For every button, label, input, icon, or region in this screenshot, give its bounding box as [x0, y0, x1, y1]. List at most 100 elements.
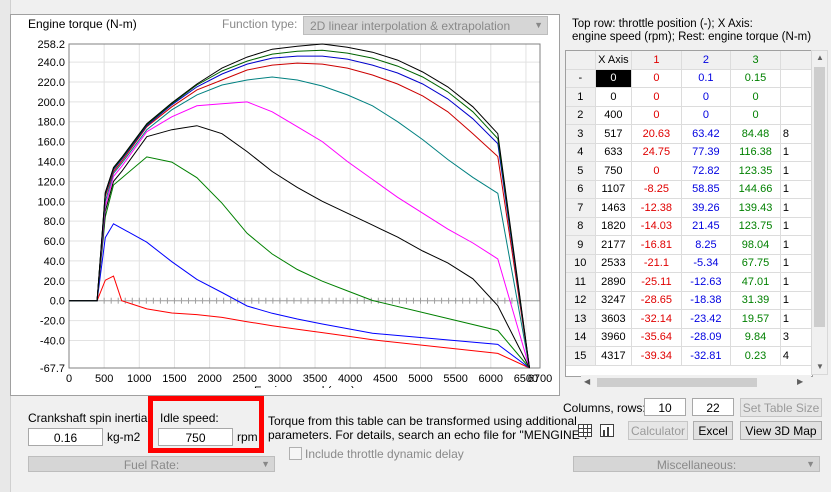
table-cell[interactable]: 0 [595, 87, 633, 107]
table-cell[interactable]: 98.04 [730, 235, 781, 255]
table-cell[interactable]: 77.39 [681, 143, 732, 162]
miscellaneous-dropdown[interactable]: Miscellaneous: ▼ [573, 456, 820, 472]
table-cell[interactable]: 24.75 [631, 143, 682, 162]
table-cell[interactable]: 4317 [595, 346, 633, 366]
row-header[interactable]: 10 [566, 254, 596, 273]
vertical-scroll-thumb[interactable] [814, 67, 825, 327]
column-header[interactable]: X Axis [595, 51, 633, 70]
grid-icon[interactable] [578, 424, 592, 437]
table-cell[interactable]: -14.03 [631, 217, 682, 236]
row-header[interactable]: 2 [566, 106, 596, 125]
table-cell[interactable]: 0.1 [681, 69, 732, 88]
table-cell[interactable]: 139.43 [730, 198, 781, 218]
table-cell[interactable]: 1 [780, 143, 812, 162]
table-cell[interactable]: 1 [780, 161, 812, 181]
rows-input[interactable]: 22 [692, 398, 734, 416]
column-header[interactable]: 1 [631, 51, 682, 70]
column-header[interactable]: 2 [681, 51, 732, 70]
table-cell[interactable]: 1 [780, 272, 812, 292]
table-cell[interactable]: 21.45 [681, 217, 732, 236]
table-cell[interactable]: 47.01 [730, 272, 781, 292]
row-header[interactable]: 6 [566, 180, 596, 199]
table-cell[interactable]: 2177 [595, 235, 633, 255]
table-cell[interactable]: -21.1 [631, 254, 682, 273]
table-cell[interactable]: 9.84 [730, 328, 781, 347]
table-cell[interactable]: 0 [631, 87, 682, 107]
table-cell[interactable]: 116.38 [730, 143, 781, 162]
table-cell[interactable]: 1820 [595, 217, 633, 236]
table-cell[interactable]: -5.34 [681, 254, 732, 273]
table-cell[interactable]: 3603 [595, 309, 633, 329]
table-cell[interactable]: 1 [780, 235, 812, 255]
table-cell[interactable]: -28.09 [681, 328, 732, 347]
table-cell[interactable]: 1 [780, 291, 812, 310]
scroll-left-icon[interactable]: ◀ [584, 377, 590, 386]
throttle-dynamic-checkbox[interactable] [289, 447, 302, 460]
row-header[interactable]: 1 [566, 87, 596, 107]
table-cell[interactable]: -23.42 [681, 309, 732, 329]
chart-icon[interactable] [600, 424, 614, 437]
table-cell[interactable]: 1 [780, 198, 812, 218]
table-cell[interactable]: 400 [595, 106, 633, 125]
set-table-size-button[interactable]: Set Table Size [740, 398, 822, 417]
idle-speed-input[interactable]: 750 [158, 428, 233, 446]
row-header[interactable]: - [566, 69, 596, 88]
table-cell[interactable]: 19.57 [730, 309, 781, 329]
table-cell[interactable]: -8.25 [631, 180, 682, 199]
table-cell[interactable]: 2890 [595, 272, 633, 292]
table-cell[interactable]: 1 [780, 254, 812, 273]
table-cell[interactable]: 63.42 [681, 124, 732, 144]
table-cell[interactable]: -35.64 [631, 328, 682, 347]
table-cell[interactable]: -12.63 [681, 272, 732, 292]
table-cell[interactable]: 0 [681, 106, 732, 125]
table-cell[interactable]: 1 [780, 180, 812, 199]
row-header[interactable]: 12 [566, 291, 596, 310]
row-header[interactable]: 11 [566, 272, 596, 292]
vertical-scrollbar[interactable]: ▲ ▼ [811, 50, 828, 375]
horizontal-scrollbar[interactable]: ◀ ▶ [581, 375, 811, 390]
table-cell[interactable]: 0 [730, 106, 781, 125]
scroll-down-icon[interactable]: ▼ [816, 362, 824, 371]
table-cell[interactable]: 517 [595, 124, 633, 144]
table-cell[interactable]: -39.34 [631, 346, 682, 366]
table-cell[interactable]: 58.85 [681, 180, 732, 199]
table-cell[interactable] [780, 87, 812, 107]
scroll-up-icon[interactable]: ▲ [816, 53, 824, 62]
table-cell[interactable]: -32.14 [631, 309, 682, 329]
row-header[interactable]: 8 [566, 217, 596, 236]
table-cell[interactable]: 3247 [595, 291, 633, 310]
table-cell[interactable]: -28.65 [631, 291, 682, 310]
table-cell[interactable]: 39.26 [681, 198, 732, 218]
table-cell[interactable]: 0 [595, 69, 633, 88]
table-cell[interactable]: -18.38 [681, 291, 732, 310]
table-cell[interactable] [780, 106, 812, 125]
scroll-right-icon[interactable]: ▶ [797, 377, 803, 386]
table-cell[interactable]: 1107 [595, 180, 633, 199]
table-cell[interactable]: 0.15 [730, 69, 781, 88]
table-cell[interactable]: -16.81 [631, 235, 682, 255]
table-cell[interactable]: 123.35 [730, 161, 781, 181]
table-cell[interactable]: -25.11 [631, 272, 682, 292]
column-header[interactable]: 3 [730, 51, 781, 70]
table-cell[interactable]: 20.63 [631, 124, 682, 144]
table-cell[interactable]: 3960 [595, 328, 633, 347]
table-cell[interactable]: 1 [780, 217, 812, 236]
table-cell[interactable]: 0 [631, 69, 682, 88]
view-3d-map-button[interactable]: View 3D Map [740, 421, 822, 440]
column-header[interactable] [780, 51, 812, 70]
columns-input[interactable]: 10 [644, 398, 686, 416]
row-header[interactable]: 7 [566, 198, 596, 218]
row-header[interactable]: 5 [566, 161, 596, 181]
table-cell[interactable] [780, 69, 812, 88]
table-cell[interactable]: -12.38 [631, 198, 682, 218]
table-cell[interactable]: 0.23 [730, 346, 781, 366]
row-header[interactable]: 9 [566, 235, 596, 255]
table-cell[interactable]: 4 [780, 346, 812, 366]
inertia-input[interactable]: 0.16 [28, 428, 103, 446]
table-cell[interactable]: 0 [631, 161, 682, 181]
table-cell[interactable]: 1463 [595, 198, 633, 218]
table-cell[interactable]: 1 [780, 309, 812, 329]
table-cell[interactable]: 8 [780, 124, 812, 144]
table-cell[interactable]: 633 [595, 143, 633, 162]
table-cell[interactable]: 2533 [595, 254, 633, 273]
